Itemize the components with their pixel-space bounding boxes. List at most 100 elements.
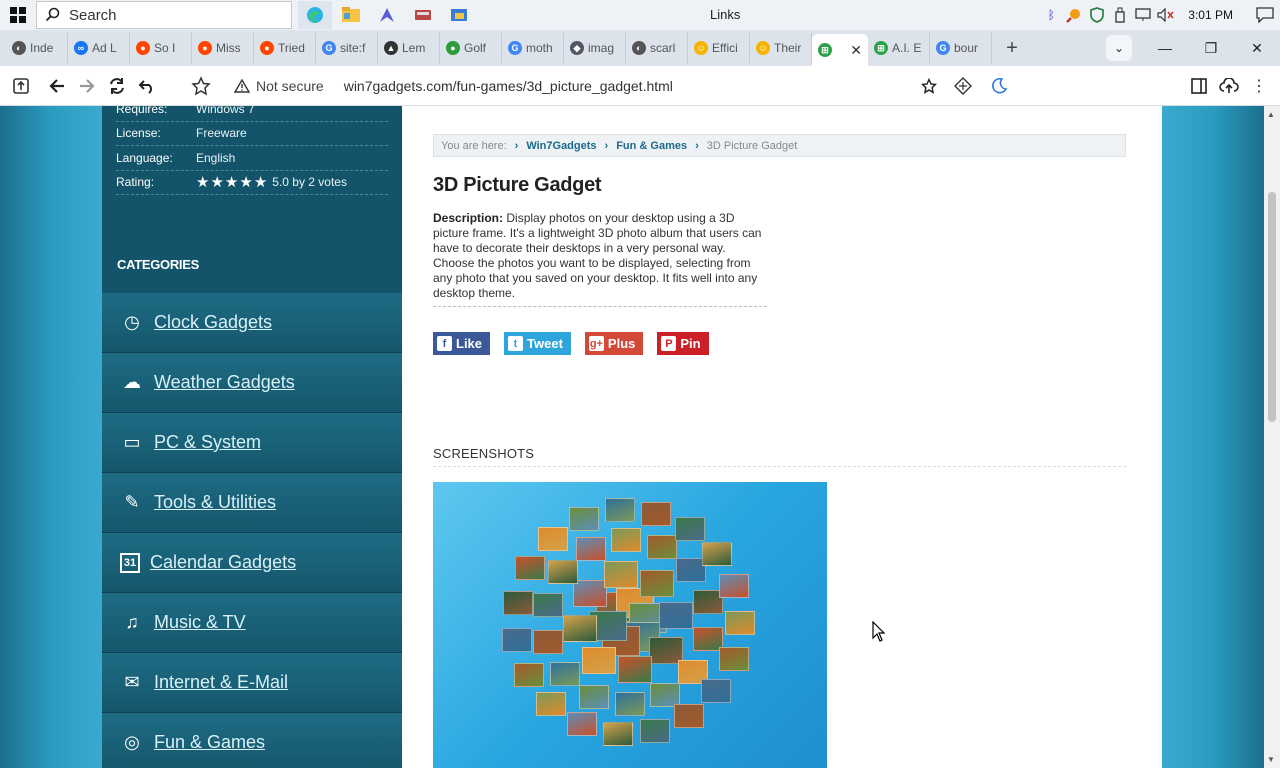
- maximize-button[interactable]: ❐: [1188, 30, 1234, 66]
- shield-icon[interactable]: [1088, 6, 1106, 24]
- volume-muted-icon[interactable]: [1157, 6, 1175, 24]
- security-indicator[interactable]: Not secure: [234, 78, 324, 94]
- spec-row: License: Freeware: [116, 122, 388, 146]
- bookmark-star-icon[interactable]: [914, 71, 944, 101]
- category-item[interactable]: 31 Calendar Gadgets: [102, 533, 402, 593]
- category-item[interactable]: ◷ Clock Gadgets: [102, 293, 402, 353]
- browser-tab[interactable]: Gbour: [930, 33, 992, 63]
- tab-favicon-icon: ☺: [694, 41, 708, 55]
- tab-favicon-icon: ☺: [756, 41, 770, 55]
- clock-icon: ◷: [124, 312, 140, 332]
- browser-tab[interactable]: ● So I: [130, 33, 192, 63]
- category-item[interactable]: ✎ Tools & Utilities: [102, 473, 402, 533]
- usb-drive-icon[interactable]: [1111, 6, 1129, 24]
- share-button-like[interactable]: f Like: [433, 332, 491, 355]
- dark-mode-icon[interactable]: [984, 71, 1014, 101]
- minimize-button[interactable]: —: [1142, 30, 1188, 66]
- address-bar[interactable]: win7gadgets.com/fun-games/3d_picture_gad…: [344, 78, 673, 94]
- taskbar-clock[interactable]: 3:01 PM: [1188, 8, 1233, 22]
- home-star-icon[interactable]: [186, 71, 216, 101]
- tab-title: site:f: [340, 41, 366, 55]
- browser-tab[interactable]: ⊞ A.I. E: [868, 33, 930, 63]
- browser-tab[interactable]: ◐ scarl: [626, 33, 688, 63]
- music-icon: ♫: [125, 612, 139, 632]
- share-button-tweet[interactable]: t Tweet: [504, 332, 571, 355]
- scroll-down-arrow-icon[interactable]: ▼: [1267, 755, 1275, 764]
- photo-tile: [548, 560, 578, 584]
- category-link[interactable]: Tools & Utilities: [154, 492, 276, 513]
- menu-more-icon[interactable]: ⋮: [1244, 71, 1274, 101]
- notification-center-icon[interactable]: [1256, 6, 1274, 24]
- tab-favicon-icon: ⊞: [874, 41, 888, 55]
- tab-title: Miss: [216, 41, 241, 55]
- close-window-button[interactable]: ✕: [1234, 30, 1280, 66]
- sidebar-toggle-icon[interactable]: [1184, 71, 1214, 101]
- feather-app-icon[interactable]: [370, 1, 404, 29]
- keyboard-app-icon[interactable]: [406, 1, 440, 29]
- tab-close-icon[interactable]: ✕: [850, 42, 862, 59]
- photo-tile: [550, 662, 580, 686]
- bluetooth-icon[interactable]: ᛒ: [1042, 6, 1060, 24]
- browser-tab-active[interactable]: ⊞ ✕: [812, 34, 868, 66]
- tab-title: Golf: [464, 41, 487, 55]
- share-button-pin[interactable]: P Pin: [657, 332, 709, 355]
- breadcrumb-home-link[interactable]: Win7Gadgets: [526, 140, 596, 152]
- category-link[interactable]: Calendar Gadgets: [150, 552, 296, 573]
- taskbar-search-box[interactable]: Search: [36, 1, 292, 29]
- star-icon: ★: [210, 173, 224, 191]
- photo-app-icon[interactable]: [442, 1, 476, 29]
- reload-button[interactable]: [102, 71, 132, 101]
- share-button-plus[interactable]: g+ Plus: [584, 332, 644, 355]
- browser-tab[interactable]: ☺ Their: [750, 33, 812, 63]
- browser-tab[interactable]: Gmoth: [502, 33, 564, 63]
- tab-search-button[interactable]: ⌄: [1106, 35, 1132, 61]
- magnifier-app-icon[interactable]: [1065, 6, 1083, 24]
- photo-tile: [576, 537, 606, 561]
- photo-tile: [538, 527, 568, 551]
- new-tab-button[interactable]: +: [996, 33, 1028, 63]
- undo-icon[interactable]: [132, 71, 162, 101]
- star-icon: ★: [239, 173, 253, 191]
- browser-tab[interactable]: ● Tried: [254, 33, 316, 63]
- browser-tab[interactable]: ▲ Lem: [378, 33, 440, 63]
- category-item[interactable]: ◎ Fun & Games: [102, 713, 402, 768]
- category-link[interactable]: PC & System: [154, 432, 261, 453]
- category-link[interactable]: Fun & Games: [154, 732, 265, 753]
- upload-icon[interactable]: [6, 71, 36, 101]
- browser-tab[interactable]: ● Miss: [192, 33, 254, 63]
- category-item[interactable]: ▭ PC & System: [102, 413, 402, 473]
- edge-taskbar-icon[interactable]: [298, 1, 332, 29]
- category-link[interactable]: Internet & E-Mail: [154, 672, 288, 693]
- scroll-up-arrow-icon[interactable]: ▲: [1267, 110, 1275, 119]
- category-link[interactable]: Clock Gadgets: [154, 312, 272, 333]
- category-list: ◷ Clock Gadgets ☁ Weather Gadgets ▭ PC & Syst…: [102, 293, 402, 768]
- category-item[interactable]: ☁ Weather Gadgets: [102, 353, 402, 413]
- category-link[interactable]: Music & TV: [154, 612, 246, 633]
- forward-button[interactable]: [72, 71, 102, 101]
- category-item[interactable]: ♫ Music & TV: [102, 593, 402, 653]
- breadcrumb-section-link[interactable]: Fun & Games: [616, 140, 687, 152]
- browser-tab[interactable]: ∞ Ad L: [68, 33, 130, 63]
- gadget-screenshot[interactable]: [433, 482, 827, 768]
- browser-tab[interactable]: ● Golf: [440, 33, 502, 63]
- photo-tile: [647, 535, 677, 559]
- category-link[interactable]: Weather Gadgets: [154, 372, 295, 393]
- scrollbar-thumb[interactable]: [1268, 192, 1276, 422]
- browser-tab[interactable]: ☺ Effici: [688, 33, 750, 63]
- cloud-upload-icon[interactable]: [1214, 71, 1244, 101]
- browser-tab[interactable]: ◐ Inde: [6, 33, 68, 63]
- start-button[interactable]: [0, 0, 36, 30]
- description-label: Description:: [433, 211, 504, 225]
- browser-tab[interactable]: ◆ imag: [564, 33, 626, 63]
- page-scrollbar[interactable]: ▲ ▼: [1264, 106, 1280, 768]
- browser-tab[interactable]: Gsite:f: [316, 33, 378, 63]
- spec-value: Windows 7: [196, 106, 255, 116]
- spec-key: Language:: [116, 150, 173, 165]
- tab-title: A.I. E: [892, 41, 922, 55]
- file-explorer-icon[interactable]: [334, 1, 368, 29]
- extension-icon[interactable]: [948, 71, 978, 101]
- browser-tab-strip: ◐ Inde ∞ Ad L ● So I ● Miss ● Tried Gsite:f ▲ Lem ● Go…: [0, 30, 1280, 66]
- category-item[interactable]: ✉ Internet & E-Mail: [102, 653, 402, 713]
- network-icon[interactable]: [1134, 6, 1152, 24]
- back-button[interactable]: [42, 71, 72, 101]
